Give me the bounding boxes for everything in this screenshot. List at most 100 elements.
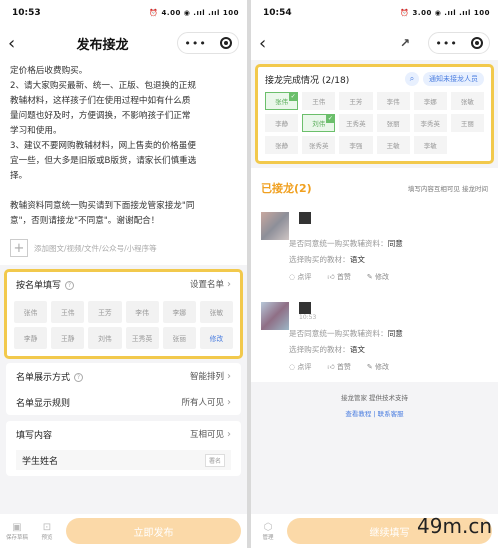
footer-links[interactable]: 查看教程 | 联系客服 [251, 408, 498, 418]
setting-row[interactable]: 名单展示方式? 智能排列 › [6, 363, 241, 389]
completion-title: 接龙完成情况 [265, 75, 320, 86]
help-icon[interactable]: ? [74, 372, 84, 382]
status-icons: ⏰ 3.00 ◉ .ııl .ııl 100 [400, 9, 490, 17]
list-title: 已接龙(2) [261, 182, 312, 195]
fill-header[interactable]: 填写内容 互相可见 › [6, 421, 241, 447]
edit-roster-button[interactable]: 修改 [199, 327, 233, 349]
description-line: 定价格后收费购买。 [10, 66, 88, 76]
more-icon[interactable]: ••• [184, 37, 206, 50]
roster-name: 张丽 [162, 327, 196, 349]
attach-row[interactable]: + 添加图文/视频/文件/公众号/小程序等 [0, 233, 247, 265]
back-icon[interactable]: ‹ [8, 33, 28, 54]
roster-action[interactable]: 设置名单 [190, 280, 224, 290]
entry-answer: 是否同意统一购买教辅资料：同意 [289, 326, 488, 342]
answer-value: 同意 [387, 329, 403, 338]
roster-name: 李静 [14, 327, 48, 349]
member-name[interactable]: 张伟 [265, 92, 299, 110]
member-name[interactable]: 张丽 [376, 114, 410, 132]
share-icon[interactable]: ↗ [279, 36, 428, 50]
roster-card: 按名单填写? 设置名单 › 张伟 王伟 王芳 李伟 李娜 张敏 李静 王静 刘伟 王秀英 张丽 修改 [4, 269, 243, 359]
description-line: 3、建议不要网购教辅材料，网上售卖的价格虽便 [10, 141, 196, 151]
entry-actions: ◌ 点评 👍︎ 首赞 ✎ 修改 [289, 268, 488, 288]
member-name[interactable]: 王秀英 [339, 114, 373, 132]
entry-name [299, 212, 311, 224]
preview-icon: ⊡ [42, 521, 52, 533]
field-label: 学生姓名 [22, 456, 59, 467]
member-name[interactable]: 李娜 [413, 92, 447, 110]
member-name[interactable]: 王伟 [302, 92, 336, 110]
chevron-right-icon: › [227, 371, 231, 382]
roster-name: 李娜 [162, 301, 196, 323]
description-line: 宜一些，但大多是旧版或B版货，请家长们慎重选 [10, 156, 197, 166]
add-icon[interactable]: + [10, 239, 28, 257]
member-name[interactable]: 李静 [265, 114, 299, 132]
entry-time [299, 224, 488, 236]
close-target-icon[interactable] [470, 37, 483, 49]
bottom-bar: ▣ 保存草稿 ⊡ 预览 立即发布 [0, 514, 247, 548]
member-name[interactable]: 王芳 [339, 92, 373, 110]
member-name[interactable]: 王敏 [376, 136, 410, 154]
help-icon[interactable]: ? [65, 280, 75, 290]
back-icon[interactable]: ‹ [259, 33, 279, 54]
comment-button[interactable]: ◌ 点评 [289, 362, 311, 372]
avatar[interactable] [261, 302, 289, 330]
list-header: 已接龙(2) 填写内容互相可见 接龙时间 [251, 168, 498, 202]
member-name[interactable]: 张秀英 [302, 136, 336, 154]
completion-panel: 接龙完成情况(2/18) ⌕ 通知未接龙人员 张伟王伟王芳李伟李娜张敏李静刘伟王… [255, 64, 494, 164]
field-student-name[interactable]: 学生姓名 署名 [16, 450, 231, 470]
fill-card: 填写内容 互相可见 › 学生姓名 署名 [6, 421, 241, 476]
edit-button[interactable]: ✎ 修改 [367, 272, 389, 282]
completion-header: 接龙完成情况 (2/18) ⌕ 通知未接龙人员 [261, 70, 488, 90]
edit-label: 修改 [374, 273, 389, 281]
roster-name: 刘伟 [88, 327, 122, 349]
member-name[interactable]: 刘伟 [302, 114, 336, 132]
like-button[interactable]: 👍︎ 首赞 [327, 272, 351, 282]
member-name[interactable]: 李伟 [376, 92, 410, 110]
entry-answer: 选择购买的教材：语文 [289, 252, 488, 268]
entry-item: 10:53 是否同意统一购买教辅资料：同意 选择购买的教材：语文 ◌ 点评 👍︎ 首赞 ✎… [251, 292, 498, 382]
watermark: 49m.cn [417, 514, 492, 538]
edit-button[interactable]: ✎ 修改 [367, 362, 389, 372]
preview-button[interactable]: ⊡ 预览 [36, 522, 58, 541]
description-line: 量问题也好及时，方便调换，不影响孩子们正常 [10, 111, 191, 121]
entry-item: 是否同意统一购买教辅资料：同意 选择购买的教材：语文 ◌ 点评 👍︎ 首赞 ✎ 修改 [251, 202, 498, 292]
description-line [10, 184, 237, 199]
page-title: 发布接龙 [76, 37, 129, 53]
member-name[interactable]: 李敏 [413, 136, 447, 154]
comment-button[interactable]: ◌ 点评 [289, 272, 311, 282]
avatar[interactable] [261, 212, 289, 240]
completion-count: (2/18) [322, 75, 350, 86]
publish-button[interactable]: 立即发布 [66, 518, 241, 544]
comment-label: 点评 [297, 273, 312, 281]
save-draft-button[interactable]: ▣ 保存草稿 [6, 522, 28, 541]
description-line: 教辅材料，这样孩子们在使用过程中如有什么质 [10, 96, 191, 106]
title-bar: ‹ 发布接龙 ••• [0, 26, 247, 60]
description-line: 择。 [10, 171, 28, 181]
answer-value: 语文 [349, 345, 365, 354]
like-button[interactable]: 👍︎ 首赞 [327, 362, 351, 372]
status-bar: 10:53 ⏰ 4.00 ◉ .ııl .ııl 100 [0, 0, 247, 26]
right-screen: 10:54 ⏰ 3.00 ◉ .ııl .ııl 100 ‹ ↗ ••• 接龙完… [251, 0, 498, 548]
manage-label: 管理 [262, 534, 274, 541]
answer-label: 选择购买的教材： [289, 255, 350, 264]
setting-value: 所有人可见 [181, 398, 224, 408]
more-icon[interactable]: ••• [435, 37, 457, 50]
setting-row[interactable]: 名单显示规则 所有人可见 › [6, 389, 241, 415]
member-name[interactable]: 张敏 [450, 92, 484, 110]
list-sort[interactable]: 填写内容互相可见 接龙时间 [408, 183, 488, 193]
member-name[interactable]: 张静 [265, 136, 299, 154]
title-bar: ‹ ↗ ••• [251, 26, 498, 60]
member-name[interactable]: 李强 [339, 136, 373, 154]
roster-name: 李伟 [125, 301, 159, 323]
description-text[interactable]: 定价格后收费购买。 2、请大家购买最新、统一、正版、包退换的正规 教辅材料，这样孩子… [0, 60, 247, 233]
member-name[interactable]: 李秀英 [413, 114, 447, 132]
manage-button[interactable]: ⬡ 管理 [257, 522, 279, 541]
notify-button[interactable]: 通知未接龙人员 [423, 72, 484, 86]
answer-label: 是否同意统一购买教辅资料： [289, 329, 388, 338]
roster-header[interactable]: 按名单填写? 设置名单 › [6, 271, 241, 297]
close-target-icon[interactable] [219, 37, 232, 49]
like-label: 首赞 [336, 273, 351, 281]
roster-name: 王芳 [88, 301, 122, 323]
member-name[interactable]: 王丽 [450, 114, 484, 132]
search-icon[interactable]: ⌕ [405, 72, 419, 86]
